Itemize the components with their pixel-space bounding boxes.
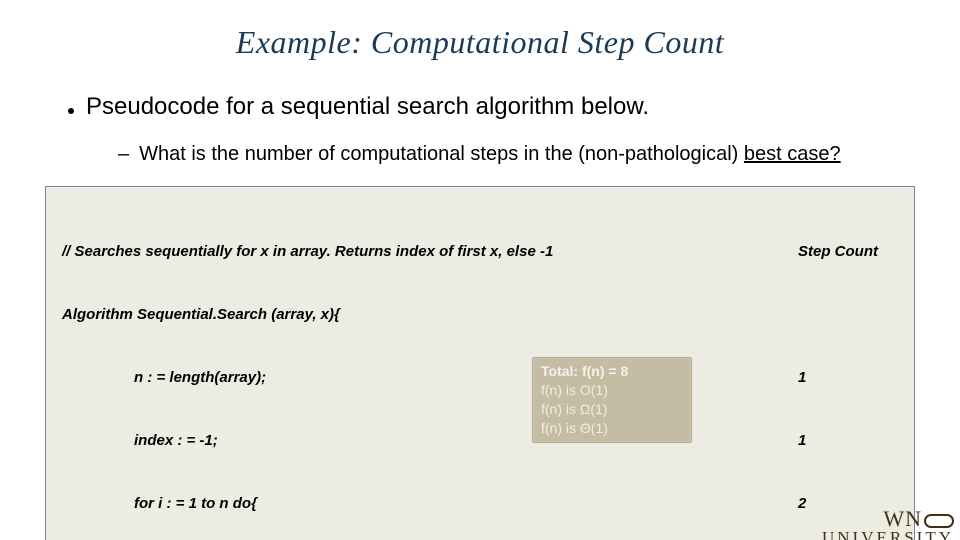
bullet-level-2: – What is the number of computational st… [118, 141, 888, 168]
logo-row-2: UNIVERSITY [822, 530, 954, 540]
step-count-column: Step Count 1 1 2 1 1 1 1 [798, 199, 898, 540]
bullet-dash-icon: – [118, 141, 129, 168]
bullet-2-text: What is the number of computational step… [139, 141, 841, 168]
bullet-1-text: Pseudocode for a sequential search algor… [86, 93, 649, 121]
totals-theta: f(n) is Θ(1) [541, 419, 683, 438]
step-value: 1 [798, 367, 898, 388]
code-box: // Searches sequentially for x in array.… [45, 186, 915, 540]
logo-row-1: WN [822, 509, 954, 530]
code-line: for i : = 1 to n do{ [62, 493, 798, 514]
bullet-level-1: Pseudocode for a sequential search algor… [68, 93, 928, 121]
totals-head: Total: f(n) = 8 [541, 362, 683, 381]
bullet-2-pre: What is the number of computational step… [139, 143, 744, 165]
logo-accent-icon [924, 514, 954, 528]
totals-box: Total: f(n) = 8 f(n) is O(1) f(n) is Ω(1… [532, 357, 692, 443]
totals-o: f(n) is O(1) [541, 381, 683, 400]
slide: Example: Computational Step Count Pseudo… [0, 0, 960, 540]
totals-omega: f(n) is Ω(1) [541, 400, 683, 419]
step-blank [798, 304, 898, 325]
code-line: Algorithm Sequential.Search (array, x){ [62, 304, 798, 325]
slide-title: Example: Computational Step Count [32, 24, 928, 61]
code-line: // Searches sequentially for x in array.… [62, 241, 798, 262]
step-value: 1 [798, 430, 898, 451]
bullet-2-underline: best case? [744, 143, 841, 165]
step-header: Step Count [798, 241, 898, 262]
university-logo: WN UNIVERSITY [822, 509, 954, 540]
bullet-dot-icon [68, 108, 74, 114]
